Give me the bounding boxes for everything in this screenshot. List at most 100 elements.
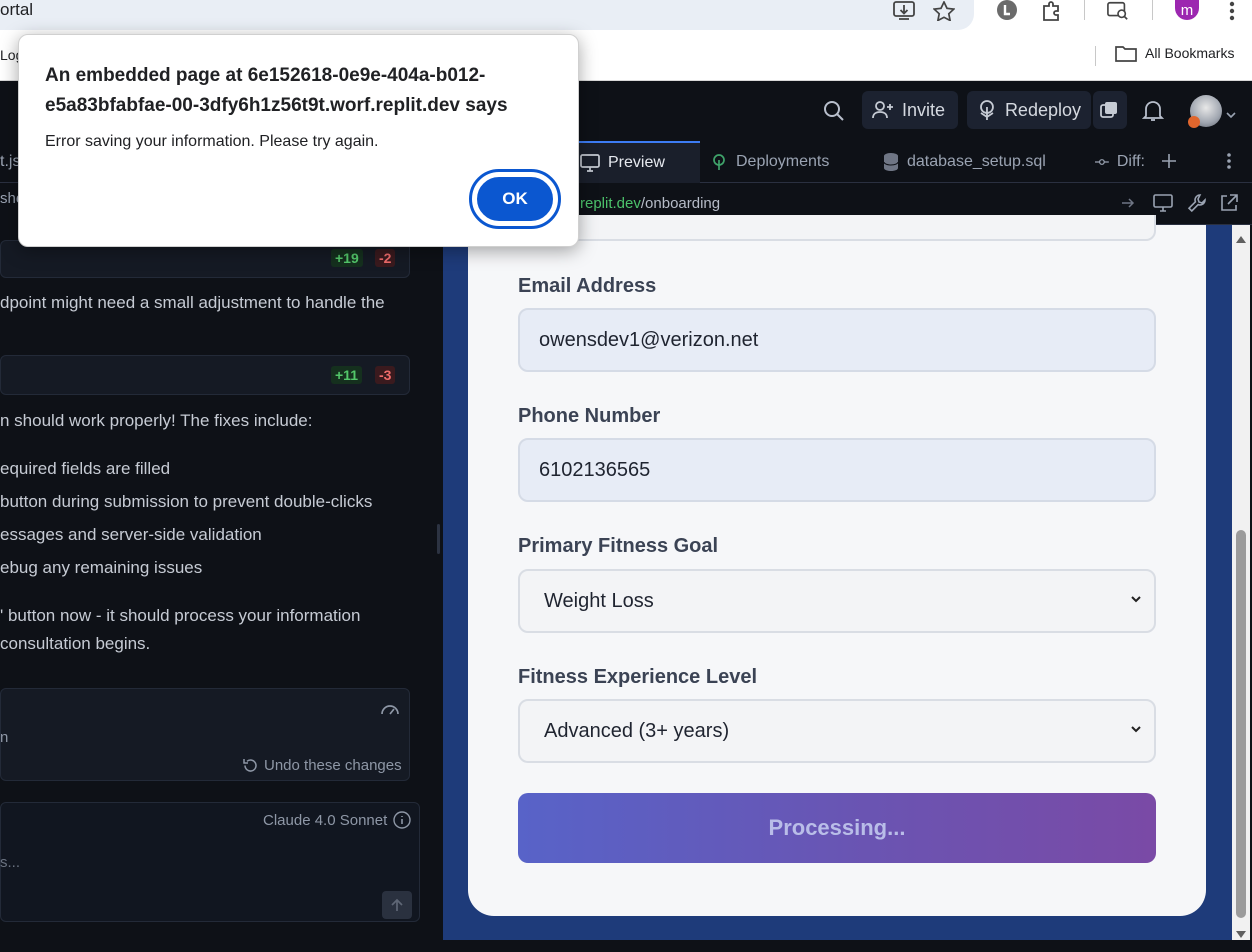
chat-bullet-text: ebug any remaining issues — [0, 558, 203, 577]
avatar-badge — [1188, 116, 1200, 128]
address-bar[interactable]: ortal — [0, 0, 974, 30]
fitness-goal-select[interactable]: Weight Loss — [518, 569, 1156, 633]
chat-message-text: ' button now - it should process your in… — [0, 606, 361, 625]
copy-icon — [1100, 102, 1117, 118]
chat-message-text: dpoint might need a small adjustment to … — [0, 293, 385, 312]
info-icon[interactable] — [393, 811, 411, 834]
commit-icon — [1095, 159, 1109, 165]
navigate-arrow-icon[interactable] — [1121, 196, 1135, 215]
invite-button[interactable]: Invite — [862, 91, 958, 129]
diff-deletions: -3 — [375, 366, 396, 384]
tab-label: Diff: — [1116, 153, 1145, 170]
email-field[interactable]: owensdev1@verizon.net — [518, 308, 1156, 372]
dialog-title: An embedded page at 6e152618-0e9e-404a-b… — [45, 65, 508, 116]
arrow-up-icon — [391, 898, 403, 911]
tab-label: Deployments — [736, 153, 830, 170]
monitor-icon — [580, 154, 600, 172]
checkpoint-icon[interactable] — [380, 699, 400, 722]
bottom-strip — [0, 940, 1252, 952]
deploy-icon — [713, 154, 725, 170]
chat-message-text: n should work properly! The fixes includ… — [0, 411, 313, 430]
undo-icon — [243, 759, 257, 772]
address-bar-text: ortal — [0, 0, 34, 19]
email-value: owensdev1@verizon.net — [539, 328, 759, 351]
previous-field-edge — [518, 215, 1156, 241]
tab-search-icon[interactable] — [1107, 0, 1129, 22]
toolbar-separator — [1152, 0, 1153, 20]
chevron-down-icon — [1131, 596, 1141, 603]
tab-deployments[interactable]: Deployments — [700, 141, 855, 183]
device-preview-icon[interactable] — [1153, 194, 1173, 217]
agent-chat-pane: she +19 -2 dpoint might need a small adj… — [0, 183, 430, 952]
tab-preview[interactable]: Preview — [570, 141, 700, 183]
tab-file[interactable]: t.js — [0, 141, 20, 183]
install-app-icon[interactable] — [893, 0, 915, 22]
phone-value: 6102136565 — [539, 458, 651, 481]
add-user-icon — [872, 101, 893, 119]
database-icon — [883, 153, 899, 171]
fitness-goal-label: Primary Fitness Goal — [518, 535, 719, 557]
preview-url[interactable]: replit.dev/onboarding — [580, 195, 720, 212]
redeploy-label: Redeploy — [1004, 99, 1081, 120]
deploy-icon — [980, 100, 994, 120]
fitness-goal-value: Weight Loss — [544, 589, 654, 612]
chat-bullet-text: equired fields are filled — [0, 459, 171, 478]
open-new-window-icon[interactable] — [1219, 193, 1239, 218]
tab-diff[interactable]: Diff: — [1085, 141, 1155, 183]
more-options-icon[interactable] — [1226, 152, 1232, 175]
pane-resize-handle[interactable] — [437, 524, 440, 554]
chrome-menu-icon[interactable] — [1221, 0, 1243, 22]
submit-button[interactable]: Processing... — [518, 793, 1156, 863]
profile-initial: m — [1180, 1, 1194, 19]
browser-toolbar: ortal m — [0, 0, 1252, 32]
experience-level-select[interactable]: Advanced (3+ years) — [518, 699, 1156, 763]
scrollbar-thumb[interactable] — [1236, 530, 1246, 918]
phone-label: Phone Number — [518, 405, 661, 427]
undo-label: Undo these changes — [264, 757, 402, 774]
extension-l-icon[interactable] — [996, 0, 1018, 22]
chat-bullet-text: button during submission to prevent doub… — [0, 492, 373, 511]
checkpoint-text: n — [0, 729, 9, 746]
notifications-bell-icon[interactable] — [1141, 99, 1165, 128]
chat-bullet-text: essages and server-side validation — [0, 525, 262, 544]
email-label: Email Address — [518, 275, 657, 297]
search-icon[interactable] — [823, 100, 845, 127]
diff-deletions: -2 — [375, 249, 396, 267]
url-path: /onboarding — [640, 195, 721, 212]
experience-level-value: Advanced (3+ years) — [544, 719, 730, 742]
experience-level-label: Fitness Experience Level — [518, 666, 758, 688]
new-tab-plus-icon[interactable] — [1161, 153, 1177, 174]
url-domain: replit.dev — [580, 195, 641, 212]
toolbar-separator — [1084, 0, 1085, 20]
alert-dialog: An embedded page at 6e152618-0e9e-404a-b… — [18, 34, 579, 247]
tab-database-setup[interactable]: database_setup.sql — [873, 141, 1078, 183]
send-button[interactable] — [382, 891, 412, 919]
all-bookmarks-button[interactable]: All Bookmarks — [1115, 44, 1234, 62]
devtools-wrench-icon[interactable] — [1187, 193, 1207, 218]
chevron-down-icon — [1131, 726, 1141, 733]
bookmark-star-icon[interactable] — [933, 0, 955, 22]
extensions-puzzle-icon[interactable] — [1041, 0, 1063, 22]
diff-additions: +11 — [331, 366, 362, 384]
folder-icon — [1115, 46, 1137, 62]
all-bookmarks-label: All Bookmarks — [1145, 45, 1235, 61]
bookmark-separator — [1095, 46, 1096, 66]
redeploy-button[interactable]: Redeploy — [967, 91, 1091, 129]
submit-label: Processing... — [768, 815, 906, 840]
chevron-down-icon[interactable] — [1226, 106, 1236, 124]
ok-button[interactable]: OK — [469, 169, 561, 229]
tab-label: database_setup.sql — [907, 153, 1046, 170]
model-selector[interactable]: Claude 4.0 Sonnet — [263, 812, 387, 829]
dialog-message: Error saving your information. Please tr… — [45, 133, 379, 150]
invite-label: Invite — [902, 99, 946, 120]
profile-avatar[interactable]: m — [1175, 0, 1199, 20]
redeploy-options-button[interactable] — [1093, 91, 1127, 129]
diff-additions: +19 — [331, 249, 363, 267]
undo-changes-button[interactable]: Undo these changes — [243, 757, 402, 774]
chat-message-text: consultation begins. — [0, 634, 151, 653]
ok-label: OK — [502, 189, 528, 208]
tab-label: Preview — [608, 154, 665, 171]
phone-field[interactable]: 6102136565 — [518, 438, 1156, 502]
chat-input-placeholder: s... — [0, 854, 21, 871]
scroll-up-arrow-icon[interactable] — [1236, 230, 1246, 248]
